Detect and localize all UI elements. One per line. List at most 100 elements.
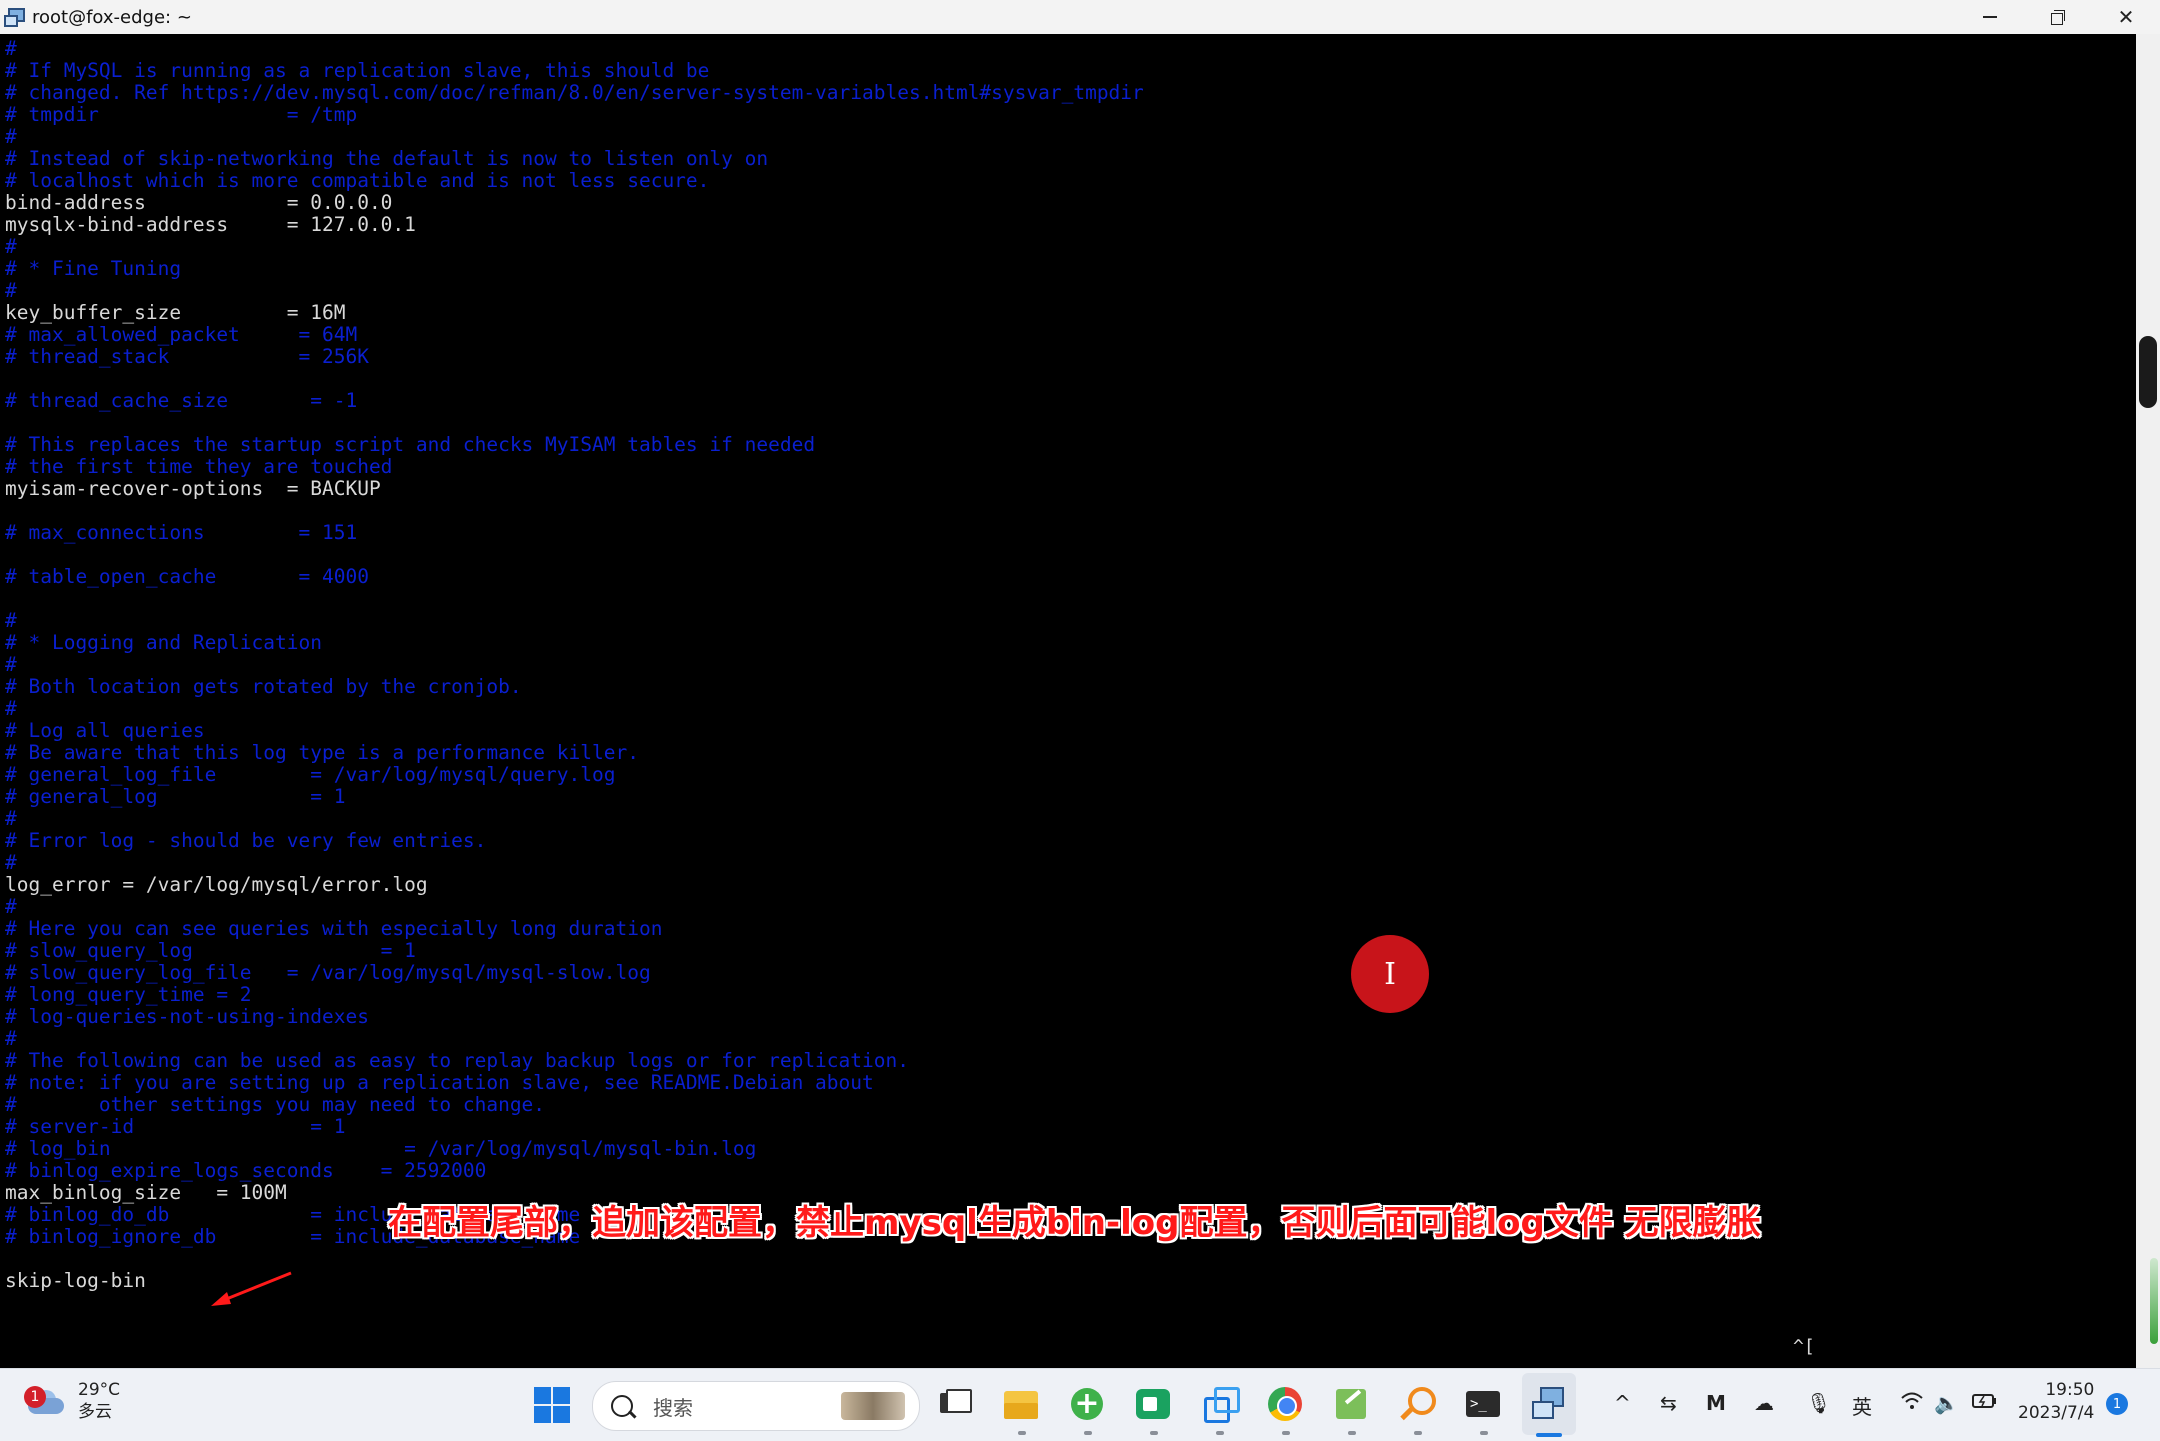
terminal-text: # # If MySQL is running as a replication … bbox=[5, 38, 1144, 1292]
config-comment-line: # Log all queries bbox=[5, 719, 205, 742]
config-comment-line: # This replaces the startup script and c… bbox=[5, 433, 816, 456]
config-comment-line: # Instead of skip-networking the default… bbox=[5, 147, 769, 170]
config-comment-line: # note: if you are setting up a replicat… bbox=[5, 1071, 874, 1094]
config-line bbox=[5, 544, 1144, 566]
config-comment-line: # table_open_cache = 4000 bbox=[5, 565, 369, 588]
config-comment-line: # other settings you may need to change. bbox=[5, 1093, 546, 1116]
config-comment-line: # general_log_file = /var/log/mysql/quer… bbox=[5, 763, 616, 786]
config-comment-line: # Here you can see queries with especial… bbox=[5, 917, 663, 940]
config-line: key_buffer_size = 16M bbox=[5, 301, 346, 324]
config-comment-line: # Error log - should be very few entries… bbox=[5, 829, 487, 852]
config-line bbox=[5, 1248, 1144, 1270]
config-line: mysqlx-bind-address = 127.0.0.1 bbox=[5, 213, 416, 236]
config-comment-line: # general_log = 1 bbox=[5, 785, 346, 808]
config-comment-line: # log_bin = /var/log/mysql/mysql-bin.log bbox=[5, 1137, 757, 1160]
config-comment-line: # thread_cache_size = -1 bbox=[5, 389, 358, 412]
config-comment-line: # log-queries-not-using-indexes bbox=[5, 1005, 369, 1028]
config-line: skip-log-bin bbox=[5, 1269, 146, 1292]
config-comment-line: # bbox=[5, 697, 17, 720]
config-comment-line: # localhost which is more compatible and… bbox=[5, 169, 710, 192]
ime-indicator[interactable]: 英 bbox=[1852, 1391, 1872, 1420]
taskbar: 1 29°C 多云 搜索 + >_ ^ ⇆ M ☁ 🎙 英 🔈 19:50 20… bbox=[0, 1368, 2160, 1441]
windows-start-icon[interactable] bbox=[534, 1387, 570, 1423]
config-comment-line: # max_connections = 151 bbox=[5, 521, 358, 544]
config-line bbox=[5, 500, 1144, 522]
notification-badge[interactable]: 1 bbox=[2106, 1393, 2128, 1415]
taskbar-search[interactable]: 搜索 bbox=[592, 1381, 920, 1431]
annotation-arrow-icon bbox=[211, 1271, 292, 1306]
meet-icon[interactable] bbox=[1134, 1385, 1172, 1423]
add-app-icon[interactable]: + bbox=[1068, 1385, 1106, 1423]
config-comment-line: # binlog_expire_logs_seconds = 2592000 bbox=[5, 1159, 487, 1182]
terminal-icon[interactable]: >_ bbox=[1464, 1385, 1502, 1423]
config-line: log_error = /var/log/mysql/error.log bbox=[5, 873, 428, 896]
config-comment-line: # * Logging and Replication bbox=[5, 631, 322, 654]
restore-button[interactable] bbox=[2024, 0, 2092, 34]
temperature: 29°C bbox=[78, 1380, 121, 1400]
side-indicator bbox=[2150, 1258, 2158, 1344]
annotation-caption: 在配置尾部，追加该配置，禁止mysql生成bin-log配置，否则后面可能log… bbox=[388, 1203, 1761, 1243]
settings-sliders-icon[interactable]: ⇆ bbox=[1660, 1391, 1677, 1415]
volume-icon[interactable]: 🔈 bbox=[1934, 1391, 1959, 1415]
wifi-icon[interactable] bbox=[1900, 1391, 1924, 1416]
close-button[interactable]: ✕ bbox=[2092, 0, 2160, 34]
minimize-icon bbox=[1983, 16, 1997, 18]
window-title: root@fox-edge: ~ bbox=[32, 6, 192, 28]
weather-widget[interactable]: 1 29°C 多云 bbox=[24, 1379, 121, 1423]
weather-badge: 1 bbox=[24, 1386, 46, 1408]
search-icon bbox=[611, 1395, 633, 1417]
config-comment-line: # Both location gets rotated by the cron… bbox=[5, 675, 522, 698]
terminal-area[interactable]: # # If MySQL is running as a replication … bbox=[0, 34, 2136, 1368]
config-comment-line: # bbox=[5, 851, 17, 874]
config-comment-line: # thread_stack = 256K bbox=[5, 345, 369, 368]
minimize-button[interactable] bbox=[1956, 0, 2024, 34]
config-comment-line: # bbox=[5, 1027, 17, 1050]
remote-desktop-icon[interactable] bbox=[1200, 1385, 1240, 1423]
terminal-scrollbar[interactable] bbox=[2136, 34, 2160, 1368]
config-comment-line: # tmpdir = /tmp bbox=[5, 103, 358, 126]
restore-icon bbox=[2051, 10, 2065, 25]
config-comment-line: # bbox=[5, 279, 17, 302]
status-mark: ^[ bbox=[1793, 1336, 1815, 1357]
battery-icon[interactable] bbox=[1972, 1391, 1998, 1415]
config-comment-line: # Be aware that this log type is a perfo… bbox=[5, 741, 639, 764]
config-comment-line: # the first time they are touched bbox=[5, 455, 393, 478]
search-placeholder: 搜索 bbox=[653, 1395, 693, 1420]
putty-icon[interactable] bbox=[1530, 1385, 1568, 1423]
config-line bbox=[5, 588, 1144, 610]
clock[interactable]: 19:50 2023/7/4 bbox=[2018, 1379, 2094, 1425]
microphone-icon[interactable]: 🎙 bbox=[1806, 1391, 1831, 1415]
config-comment-line: # bbox=[5, 609, 17, 632]
config-line: myisam-recover-options = BACKUP bbox=[5, 477, 381, 500]
weather-condition: 多云 bbox=[78, 1402, 112, 1422]
config-line bbox=[5, 368, 1144, 390]
config-comment-line: # long_query_time = 2 bbox=[5, 983, 252, 1006]
scrollbar-thumb[interactable] bbox=[2139, 336, 2157, 408]
cloud-icon[interactable]: ☁ bbox=[1754, 1391, 1774, 1415]
task-view-icon[interactable] bbox=[934, 1385, 972, 1423]
config-comment-line: # changed. Ref https://dev.mysql.com/doc… bbox=[5, 81, 1144, 104]
shell-window-icon bbox=[4, 6, 26, 28]
config-comment-line: # bbox=[5, 895, 17, 918]
config-comment-line: # bbox=[5, 235, 17, 258]
text-cursor-icon: I bbox=[1384, 956, 1396, 992]
mail-icon[interactable]: M bbox=[1706, 1391, 1726, 1415]
editor-icon[interactable] bbox=[1332, 1385, 1370, 1423]
config-comment-line: # bbox=[5, 37, 17, 60]
title-bar[interactable]: root@fox-edge: ~ ✕ bbox=[0, 0, 2160, 34]
mouse-cursor-highlight: I bbox=[1351, 935, 1429, 1013]
chevron-up-icon[interactable]: ^ bbox=[1614, 1391, 1631, 1415]
search-tool-icon[interactable] bbox=[1398, 1385, 1436, 1423]
close-icon: ✕ bbox=[2117, 5, 2135, 29]
config-line: bind-address = 0.0.0.0 bbox=[5, 191, 393, 214]
config-comment-line: # If MySQL is running as a replication s… bbox=[5, 59, 710, 82]
file-explorer-icon[interactable] bbox=[1002, 1385, 1040, 1423]
config-comment-line: # server-id = 1 bbox=[5, 1115, 346, 1138]
config-line bbox=[5, 412, 1144, 434]
weather-cloud-icon: 1 bbox=[24, 1386, 66, 1414]
config-comment-line: # bbox=[5, 653, 17, 676]
config-comment-line: # slow_query_log_file = /var/log/mysql/m… bbox=[5, 961, 651, 984]
chrome-icon[interactable] bbox=[1266, 1385, 1304, 1423]
config-comment-line: # * Fine Tuning bbox=[5, 257, 182, 280]
config-comment-line: # bbox=[5, 807, 17, 830]
